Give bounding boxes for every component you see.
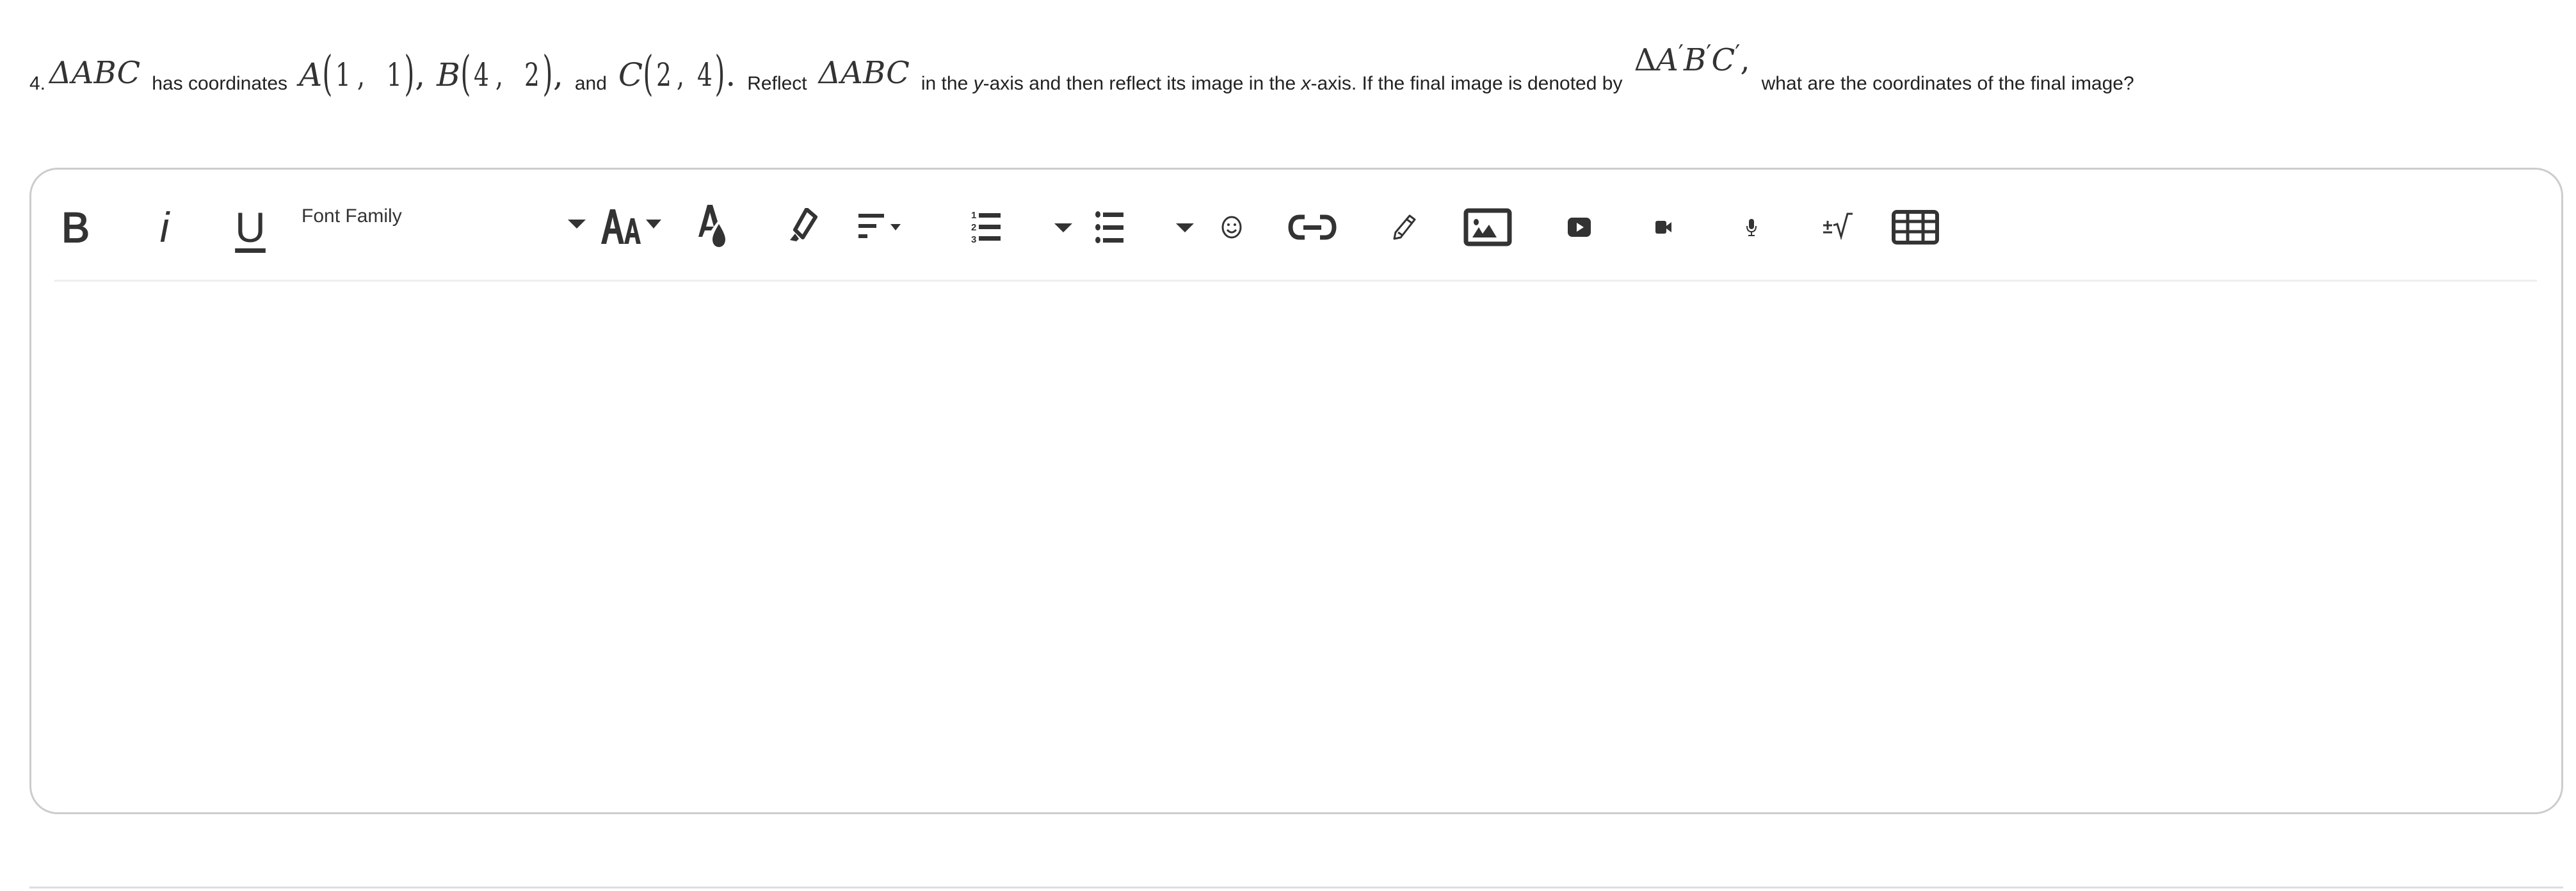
table-icon xyxy=(1892,210,1939,245)
italic-icon: i xyxy=(159,204,170,251)
bold-icon: B xyxy=(61,203,90,252)
answer-text-area[interactable] xyxy=(54,285,2537,799)
link-icon xyxy=(1288,214,1337,240)
ordered-list-button[interactable]: 1 2 3 xyxy=(970,197,1021,258)
record-audio-button[interactable] xyxy=(1729,197,1774,258)
image-icon xyxy=(1463,208,1512,246)
point-a-math: A(1, 1), xyxy=(299,46,426,101)
bullet-list-chevron-down-icon[interactable] xyxy=(1176,223,1194,232)
editor-toolbar: B i U Font Family 1 2 3 xyxy=(31,170,2561,278)
triangle-abc-math: ΔABC xyxy=(49,55,141,91)
svg-text:1: 1 xyxy=(971,210,976,221)
align-left-icon xyxy=(858,214,901,238)
rich-text-editor: B i U Font Family 1 2 3 xyxy=(29,168,2563,814)
align-button[interactable] xyxy=(857,197,934,258)
toolbar-divider xyxy=(54,280,2537,282)
bold-button[interactable]: B xyxy=(53,197,98,258)
triangle-abc-math-2: ΔABC xyxy=(818,55,910,91)
italic-button[interactable]: i xyxy=(145,197,184,258)
font-color-icon xyxy=(698,205,725,247)
svg-text:3: 3 xyxy=(971,234,976,245)
insert-table-button[interactable] xyxy=(1880,197,1951,258)
font-family-label: Font Family xyxy=(302,205,402,227)
bullet-list-button[interactable] xyxy=(1081,197,1145,258)
ordered-list-icon: 1 2 3 xyxy=(971,210,1001,245)
youtube-play-icon xyxy=(1568,218,1591,237)
triangle-image-math: ΔA′B′C′, xyxy=(1634,41,1750,78)
question-prompt: 4. ΔABC has coordinates A(1, 1), B(4, 2)… xyxy=(29,43,2146,122)
question-number: 4. xyxy=(29,73,46,94)
highlighter-icon xyxy=(790,208,817,241)
question-text-reflect: Reflect xyxy=(747,73,807,94)
font-size-icon xyxy=(601,209,661,244)
link-button[interactable] xyxy=(1278,197,1349,258)
section-divider xyxy=(29,887,2563,888)
bullet-list-icon xyxy=(1095,211,1123,243)
question-text-and: and xyxy=(574,73,607,94)
point-b-math: B(4, 2), xyxy=(437,46,563,101)
pencil-icon xyxy=(1393,214,1416,240)
point-c-math: C(2, 4). xyxy=(618,46,736,101)
insert-video-button[interactable] xyxy=(1554,197,1605,258)
math-equation-icon xyxy=(1823,213,1853,241)
insert-image-button[interactable] xyxy=(1453,197,1523,258)
record-video-button[interactable] xyxy=(1638,197,1689,258)
emoji-icon xyxy=(1221,216,1242,239)
svg-text:2: 2 xyxy=(971,222,976,233)
math-equation-button[interactable] xyxy=(1811,197,1869,258)
question-text-end: what are the coordinates of the final im… xyxy=(1761,73,2134,94)
draw-button[interactable] xyxy=(1382,197,1427,258)
underline-button[interactable]: U xyxy=(225,197,276,258)
underline-icon: U xyxy=(235,204,266,251)
question-text-middle: in the y-axis and then reflect its image… xyxy=(921,73,1623,94)
emoji-button[interactable] xyxy=(1209,197,1254,258)
question-text-has-coordinates: has coordinates xyxy=(152,73,288,94)
microphone-icon xyxy=(1746,219,1757,236)
ordered-list-chevron-down-icon[interactable] xyxy=(1054,223,1072,232)
highlight-button[interactable] xyxy=(780,197,832,258)
font-size-button[interactable] xyxy=(600,197,672,258)
font-family-chevron-down-icon[interactable] xyxy=(568,220,586,229)
font-color-button[interactable] xyxy=(696,197,734,258)
video-camera-icon xyxy=(1655,221,1671,234)
